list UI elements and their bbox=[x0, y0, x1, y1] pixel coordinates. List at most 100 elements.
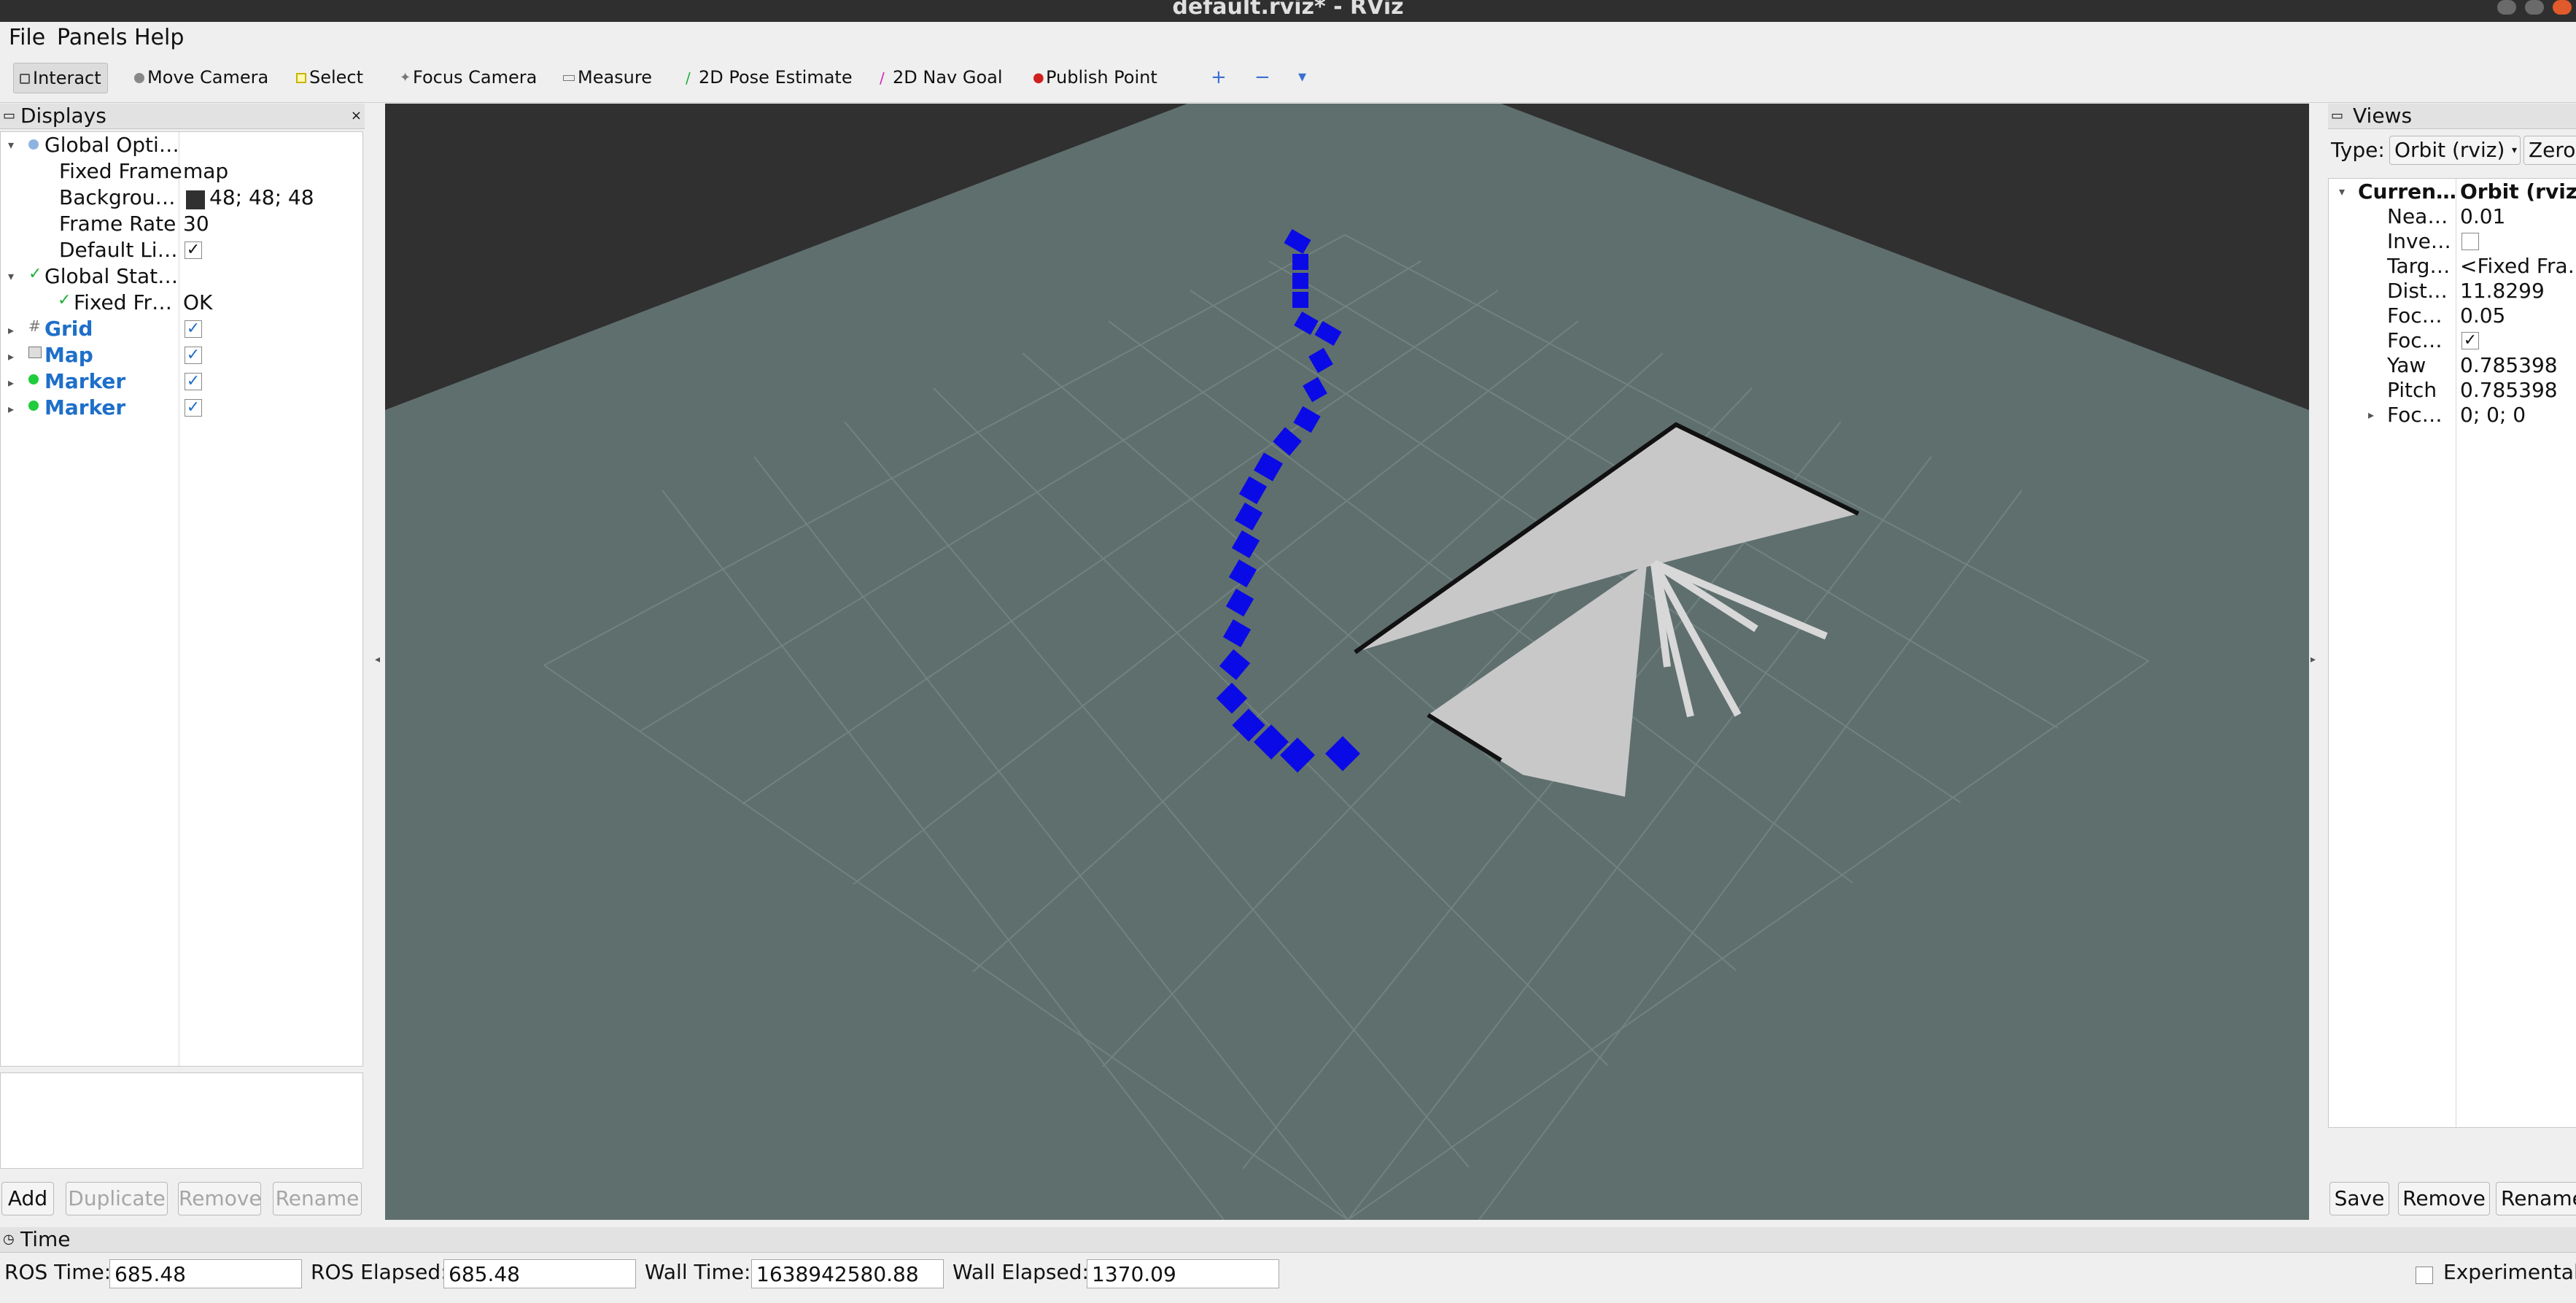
status-fixed-frame[interactable]: Fixed Fr… bbox=[74, 290, 172, 316]
prop-target-frame-value[interactable]: <Fixed Fra… bbox=[2460, 253, 2576, 279]
duplicate-display-button[interactable]: Duplicate bbox=[66, 1182, 168, 1215]
prop-background-value[interactable]: 48; 48; 48 bbox=[209, 185, 314, 211]
display-global-status[interactable]: Global Stat… bbox=[44, 263, 178, 290]
experimental-label: Experimental bbox=[2443, 1260, 2576, 1284]
display-marker[interactable]: Marker bbox=[44, 368, 125, 395]
tool-2d-nav-goal[interactable]: / 2D Nav Goal bbox=[880, 63, 1003, 92]
zero-button[interactable]: Zero bbox=[2523, 136, 2576, 165]
prop-near-clip-value[interactable]: 0.01 bbox=[2460, 204, 2505, 230]
tool-interact[interactable]: Interact bbox=[13, 63, 108, 93]
prop-focal-point[interactable]: Foc… bbox=[2387, 402, 2443, 428]
marker-icon bbox=[28, 401, 39, 411]
prop-near-clip[interactable]: Nea… bbox=[2387, 204, 2448, 230]
ros-elapsed-field[interactable]: 685.48 bbox=[443, 1259, 636, 1288]
current-view[interactable]: Curren… bbox=[2358, 179, 2456, 205]
collapse-arrow-icon[interactable]: ▸ bbox=[2368, 408, 2374, 422]
prop-background[interactable]: Backgrou… bbox=[59, 185, 176, 211]
wall-time-field[interactable]: 1638942580.88 bbox=[751, 1259, 944, 1288]
views-panel: ▭ Views Type: Orbit (rviz) ▾ Zero ▾ Curr… bbox=[2328, 104, 2576, 1224]
displays-panel: ▭ Displays × ▾ Global Opti… Fixed Frame … bbox=[0, 104, 365, 1224]
prop-frame-rate-value[interactable]: 30 bbox=[183, 211, 209, 237]
prop-pitch-value[interactable]: 0.785398 bbox=[2460, 377, 2558, 403]
expand-arrow-icon[interactable]: ▾ bbox=[8, 138, 14, 152]
prop-pitch[interactable]: Pitch bbox=[2387, 377, 2437, 403]
add-tool-icon[interactable]: + bbox=[1211, 63, 1227, 92]
prop-focal-shape-size[interactable]: Foc… bbox=[2387, 303, 2443, 329]
marker-2-enabled-checkbox[interactable]: ✓ bbox=[185, 399, 202, 417]
display-grid[interactable]: Grid bbox=[44, 316, 93, 342]
prop-distance[interactable]: Dist… bbox=[2387, 278, 2448, 304]
prop-focal-point-value[interactable]: 0; 0; 0 bbox=[2460, 402, 2526, 428]
close-button[interactable] bbox=[2553, 0, 2572, 15]
status-fixed-frame-value: OK bbox=[183, 290, 213, 314]
ros-time-field[interactable]: 685.48 bbox=[109, 1259, 302, 1288]
pose-arrow-icon: / bbox=[686, 69, 691, 87]
grid-enabled-checkbox[interactable]: ✓ bbox=[185, 320, 202, 338]
wall-elapsed-field[interactable]: 1370.09 bbox=[1087, 1259, 1279, 1288]
remove-view-button[interactable]: Remove bbox=[2398, 1182, 2490, 1215]
display-map[interactable]: Map bbox=[44, 342, 93, 368]
view-type-select[interactable]: Orbit (rviz) ▾ bbox=[2389, 136, 2521, 165]
remove-tool-icon[interactable]: − bbox=[1254, 63, 1270, 92]
marker-enabled-checkbox[interactable]: ✓ bbox=[185, 373, 202, 390]
right-splitter-handle[interactable]: ▸ bbox=[2311, 654, 2316, 665]
collapse-arrow-icon[interactable]: ▸ bbox=[8, 376, 14, 390]
clock-icon: ◷ bbox=[3, 1232, 15, 1247]
prop-frame-rate[interactable]: Frame Rate bbox=[59, 211, 176, 237]
tool-properties-icon[interactable]: ▾ bbox=[1298, 63, 1306, 92]
maximize-button[interactable] bbox=[2525, 0, 2544, 15]
focal-shape-fixed-checkbox[interactable]: ✓ bbox=[2461, 332, 2479, 349]
views-panel-header: ▭ Views bbox=[2328, 104, 2576, 129]
experimental-checkbox[interactable] bbox=[2416, 1267, 2433, 1284]
display-description-box bbox=[0, 1072, 363, 1169]
tool-2d-pose-estimate[interactable]: / 2D Pose Estimate bbox=[686, 63, 853, 92]
menu-help[interactable]: Help bbox=[134, 25, 184, 50]
render-viewport[interactable] bbox=[385, 104, 2309, 1220]
displays-title: Displays bbox=[20, 104, 106, 128]
tool-focus-camera[interactable]: ✦ Focus Camera bbox=[400, 63, 537, 92]
invert-z-checkbox[interactable] bbox=[2461, 233, 2479, 250]
prop-default-light[interactable]: Default Li… bbox=[59, 237, 178, 263]
expand-arrow-icon[interactable]: ▾ bbox=[8, 269, 14, 283]
left-splitter-handle[interactable]: ◂ bbox=[375, 654, 380, 665]
collapse-arrow-icon[interactable]: ▸ bbox=[8, 349, 14, 363]
menu-file[interactable]: File bbox=[9, 25, 45, 50]
default-light-checkbox[interactable]: ✓ bbox=[185, 241, 202, 259]
collapse-arrow-icon[interactable]: ▸ bbox=[8, 323, 14, 337]
map-enabled-checkbox[interactable]: ✓ bbox=[185, 347, 202, 364]
current-view-value: Orbit (rviz) bbox=[2460, 179, 2576, 204]
minimize-button[interactable] bbox=[2497, 0, 2516, 15]
ros-time-label: ROS Time: bbox=[4, 1260, 112, 1284]
prop-yaw[interactable]: Yaw bbox=[2387, 352, 2426, 379]
display-global-options[interactable]: Global Opti… bbox=[44, 132, 179, 158]
remove-display-button[interactable]: Remove bbox=[178, 1182, 262, 1215]
view-properties-tree[interactable]: ▾ Curren… Orbit (rviz) Nea… 0.01 Inve… T… bbox=[2328, 178, 2576, 1128]
tool-select[interactable]: Select bbox=[296, 63, 363, 92]
panel-close-icon[interactable]: × bbox=[351, 104, 362, 128]
rename-view-button[interactable]: Rename bbox=[2496, 1182, 2576, 1215]
grid-icon: # bbox=[28, 317, 41, 335]
time-panel: ◷ Time ROS Time: 685.48 ROS Elapsed: 685… bbox=[0, 1227, 2576, 1303]
displays-tree[interactable]: ▾ Global Opti… Fixed Frame map Backgrou…… bbox=[0, 131, 363, 1067]
prop-focal-shape-fixed[interactable]: Foc… bbox=[2387, 328, 2443, 354]
prop-fixed-frame-value[interactable]: map bbox=[183, 158, 228, 185]
tool-move-camera[interactable]: Move Camera bbox=[134, 63, 268, 92]
tool-toolbar: Interact Move Camera Select ✦ Focus Camer… bbox=[0, 54, 2576, 103]
rename-display-button[interactable]: Rename bbox=[273, 1182, 362, 1215]
display-marker-2[interactable]: Marker bbox=[44, 395, 125, 421]
prop-target-frame[interactable]: Targ… bbox=[2387, 253, 2450, 279]
prop-distance-value[interactable]: 11.8299 bbox=[2460, 278, 2545, 304]
prop-fixed-frame[interactable]: Fixed Frame bbox=[59, 158, 182, 185]
prop-focal-shape-size-value[interactable]: 0.05 bbox=[2460, 303, 2505, 329]
prop-yaw-value[interactable]: 0.785398 bbox=[2460, 352, 2558, 379]
save-view-button[interactable]: Save bbox=[2329, 1182, 2389, 1215]
tool-publish-point[interactable]: ●Publish Point bbox=[1033, 63, 1157, 92]
prop-invert-z[interactable]: Inve… bbox=[2387, 228, 2451, 255]
tool-label: Select bbox=[309, 67, 364, 88]
tool-measure[interactable]: Measure bbox=[563, 63, 652, 92]
color-swatch[interactable] bbox=[186, 190, 205, 209]
collapse-arrow-icon[interactable]: ▸ bbox=[8, 402, 14, 416]
menu-panels[interactable]: Panels bbox=[57, 25, 128, 50]
expand-arrow-icon[interactable]: ▾ bbox=[2339, 185, 2345, 198]
add-display-button[interactable]: Add bbox=[1, 1182, 54, 1215]
